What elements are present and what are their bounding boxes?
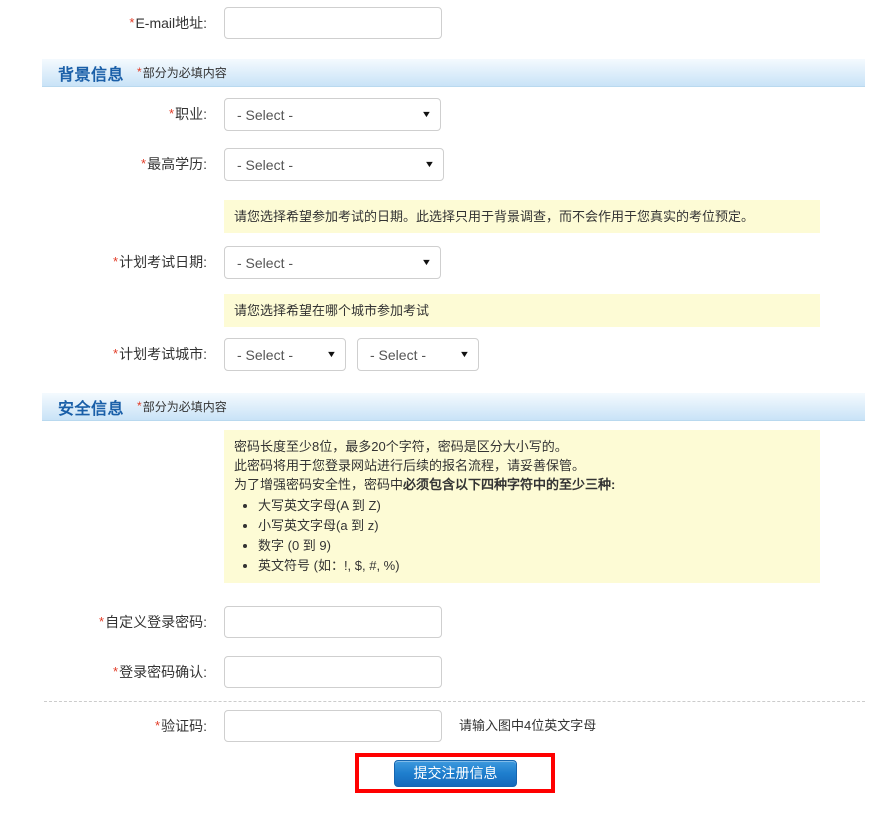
education-field-cell: - Select - ▼: [224, 148, 444, 181]
section-title-background: 背景信息: [58, 66, 125, 84]
section-title-security: 安全信息: [58, 400, 125, 418]
chevron-down-icon: ▼: [423, 159, 436, 169]
registration-form-page: *E-mail地址: 背景信息 *部分为必填内容 *职业: - Select -…: [0, 0, 887, 813]
captcha-label-text: 验证码:: [161, 718, 207, 734]
password-rule-line-2: 此密码将用于您登录网站进行后续的报名流程，请妥善保管。: [234, 458, 586, 473]
list-item: 英文符号 (如：!, $, #, %): [258, 556, 810, 575]
exam-city-province-value: - Select -: [237, 346, 294, 363]
password-rule-line-1: 密码长度至少8位，最多20个字符，密码是区分大小写的。: [234, 439, 568, 454]
chevron-down-icon: ▼: [420, 109, 433, 119]
form-row-exam-city: *计划考试城市: - Select - ▼ - Select - ▼: [0, 338, 887, 371]
email-label: *E-mail地址:: [0, 7, 207, 39]
email-label-text: E-mail地址:: [135, 15, 207, 31]
required-star-icon: *: [99, 614, 105, 629]
education-select[interactable]: - Select - ▼: [224, 148, 444, 181]
hint-exam-date-text: 请您选择希望参加考试的日期。此选择只用于背景调查，而不会作用于您真实的考位预定。: [234, 209, 755, 224]
required-star-icon: *: [137, 399, 142, 413]
required-star-icon: *: [137, 65, 142, 79]
exam-date-field-cell: - Select - ▼: [224, 246, 441, 279]
education-select-value: - Select -: [237, 156, 294, 173]
captcha-field-cell: 请输入图中4位英文字母: [224, 710, 596, 742]
password-rule-line-3: 为了增强密码安全性，密码中必须包含以下四种字符中的至少三种:: [234, 475, 810, 494]
list-item: 小写英文字母(a 到 z): [258, 516, 810, 535]
password-rule-bullets: 大写英文字母(A 到 Z) 小写英文字母(a 到 z) 数字 (0 到 9) 英…: [234, 496, 810, 575]
education-label-text: 最高学历:: [147, 156, 207, 172]
password-confirm-input[interactable]: [224, 656, 442, 688]
password-rule-line-3-prefix: 为了增强密码安全性，密码中: [234, 477, 404, 492]
password-confirm-label-text: 登录密码确认:: [119, 664, 207, 680]
occupation-select[interactable]: - Select - ▼: [224, 98, 441, 131]
occupation-label-text: 职业:: [175, 106, 207, 122]
exam-date-label-text: 计划考试日期:: [119, 254, 207, 270]
exam-date-label: *计划考试日期:: [0, 246, 207, 278]
form-row-password-confirm: *登录密码确认:: [0, 656, 887, 688]
required-star-icon: *: [113, 254, 119, 269]
required-star-icon: *: [113, 346, 119, 361]
hint-exam-date: 请您选择希望参加考试的日期。此选择只用于背景调查，而不会作用于您真实的考位预定。: [224, 200, 820, 233]
hint-exam-city-text: 请您选择希望在哪个城市参加考试: [234, 303, 430, 318]
submit-registration-button[interactable]: 提交注册信息: [394, 760, 517, 787]
exam-city-city-value: - Select -: [370, 346, 427, 363]
form-row-captcha: *验证码: 请输入图中4位英文字母: [0, 710, 887, 742]
password-confirm-field-cell: [224, 656, 442, 688]
section-note-text: 部分为必填内容: [142, 66, 227, 80]
list-item: 数字 (0 到 9): [258, 536, 810, 555]
form-row-education: *最高学历: - Select - ▼: [0, 148, 887, 181]
password-confirm-label: *登录密码确认:: [0, 656, 207, 688]
exam-date-select-value: - Select -: [237, 254, 294, 271]
required-star-icon: *: [141, 156, 147, 171]
captcha-sidenote: 请输入图中4位英文字母: [459, 718, 597, 733]
occupation-field-cell: - Select - ▼: [224, 98, 441, 131]
section-note-security: *部分为必填内容: [137, 398, 227, 415]
required-star-icon: *: [155, 718, 161, 733]
required-star-icon: *: [113, 664, 119, 679]
exam-city-province-select[interactable]: - Select - ▼: [224, 338, 346, 371]
password-label-text: 自定义登录密码:: [105, 614, 207, 630]
email-field-cell: [224, 7, 442, 39]
exam-city-city-select[interactable]: - Select - ▼: [357, 338, 479, 371]
required-star-icon: *: [169, 106, 175, 121]
section-header-security: 安全信息 *部分为必填内容: [42, 393, 865, 421]
email-input[interactable]: [224, 7, 442, 39]
captcha-label: *验证码:: [0, 710, 207, 742]
section-divider: [44, 701, 865, 702]
list-item: 大写英文字母(A 到 Z): [258, 496, 810, 515]
exam-city-field-cell: - Select - ▼ - Select - ▼: [224, 338, 479, 371]
exam-city-label-text: 计划考试城市:: [119, 346, 207, 362]
password-label: *自定义登录密码:: [0, 606, 207, 638]
required-star-icon: *: [129, 15, 135, 30]
chevron-down-icon: ▼: [458, 349, 471, 359]
chevron-down-icon: ▼: [325, 349, 338, 359]
hint-password-rules: 密码长度至少8位，最多20个字符，密码是区分大小写的。 此密码将用于您登录网站进…: [224, 430, 820, 583]
section-note-text: 部分为必填内容: [142, 400, 227, 414]
form-row-exam-date: *计划考试日期: - Select - ▼: [0, 246, 887, 279]
password-rule-line-3-bold: 必须包含以下四种字符中的至少三种:: [403, 477, 616, 492]
chevron-down-icon: ▼: [420, 257, 433, 267]
exam-date-select[interactable]: - Select - ▼: [224, 246, 441, 279]
password-field-cell: [224, 606, 442, 638]
section-note-background: *部分为必填内容: [137, 64, 227, 81]
password-input[interactable]: [224, 606, 442, 638]
form-row-email: *E-mail地址:: [0, 7, 887, 39]
occupation-select-value: - Select -: [237, 106, 294, 123]
section-header-background: 背景信息 *部分为必填内容: [42, 59, 865, 87]
hint-exam-city: 请您选择希望在哪个城市参加考试: [224, 294, 820, 327]
form-row-password: *自定义登录密码:: [0, 606, 887, 638]
captcha-input[interactable]: [224, 710, 442, 742]
education-label: *最高学历:: [0, 148, 207, 180]
form-row-occupation: *职业: - Select - ▼: [0, 98, 887, 131]
exam-city-label: *计划考试城市:: [0, 338, 207, 370]
occupation-label: *职业:: [0, 98, 207, 130]
